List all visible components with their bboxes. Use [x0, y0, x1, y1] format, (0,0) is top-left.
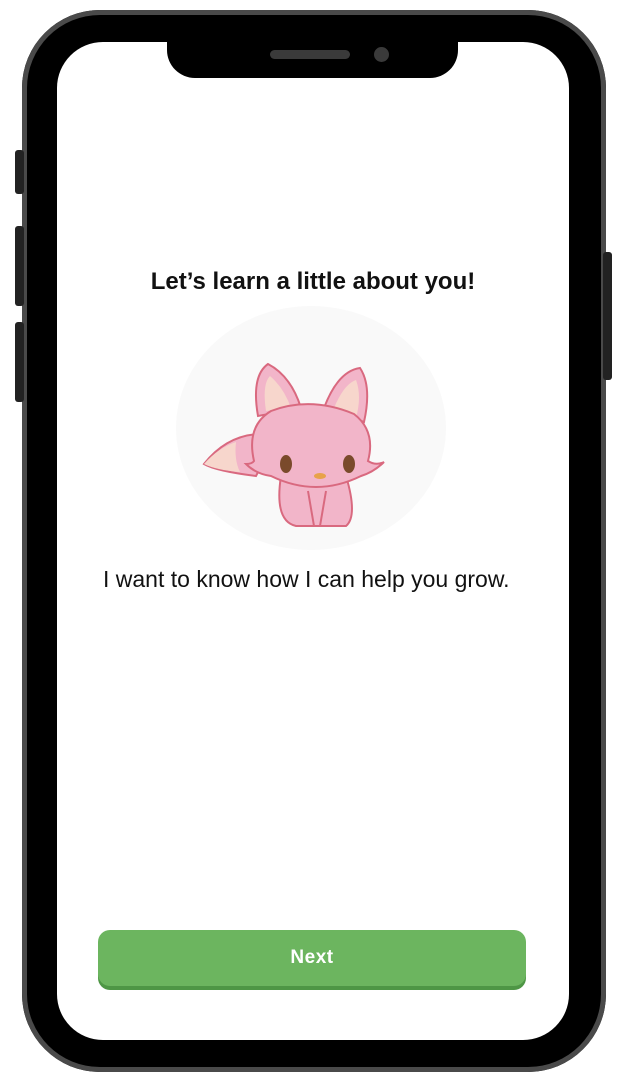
volume-down-button [15, 322, 24, 402]
volume-up-button [15, 226, 24, 306]
mute-switch [15, 150, 24, 194]
power-button [603, 252, 612, 380]
page-title: Let’s learn a little about you! [150, 268, 476, 295]
camera-icon [374, 47, 389, 62]
speaker-icon [270, 50, 350, 59]
notch [167, 42, 458, 78]
next-button[interactable]: Next [98, 930, 526, 986]
subtitle: I want to know how I can help you grow. [103, 566, 510, 592]
fox-mascot-icon [202, 362, 385, 527]
